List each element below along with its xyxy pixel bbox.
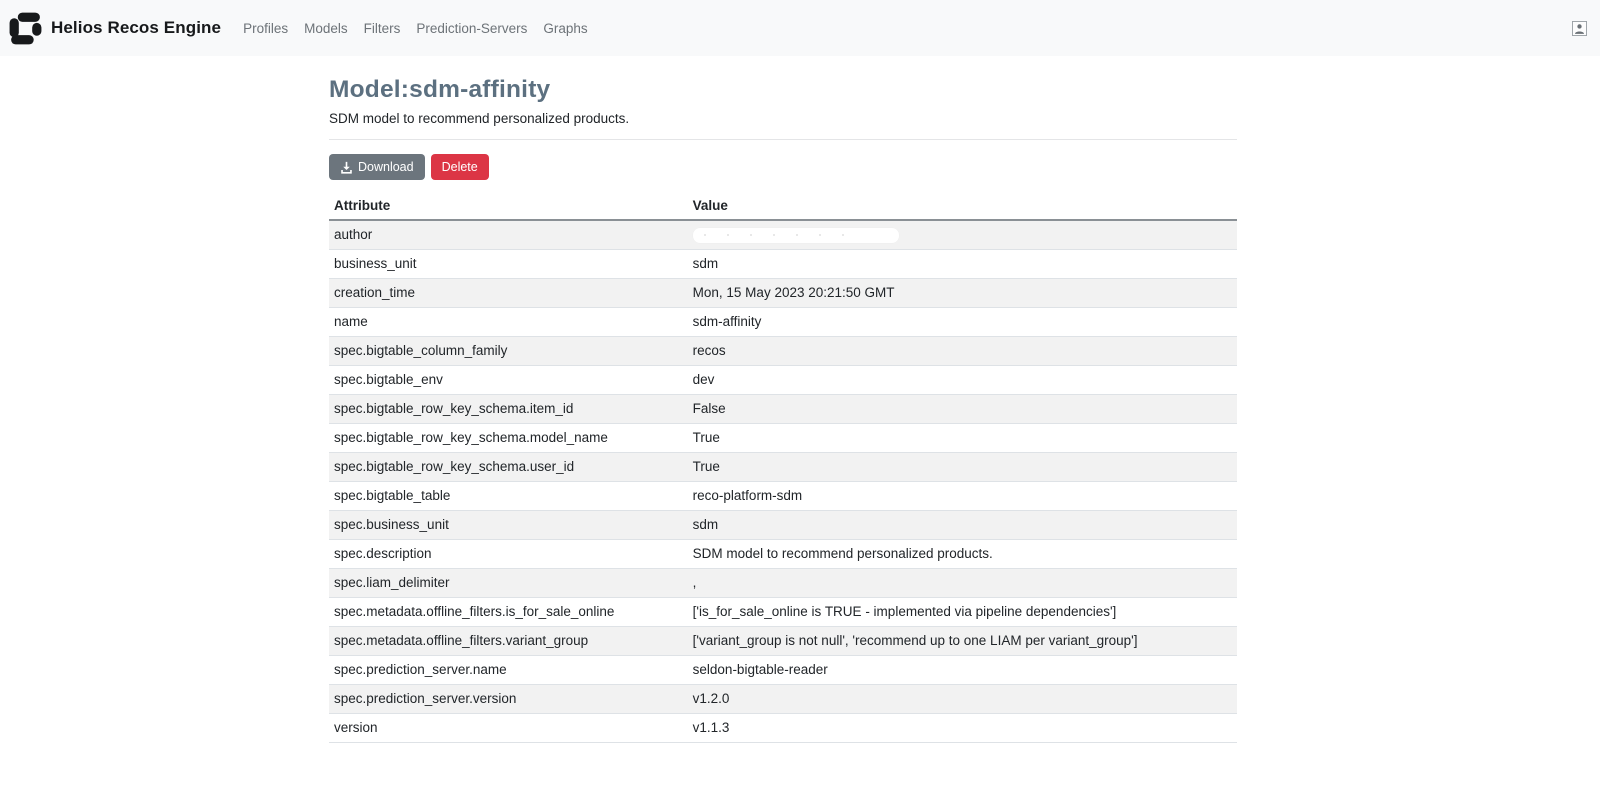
- attribute-cell: spec.bigtable_table: [329, 481, 688, 512]
- attribute-cell: spec.description: [329, 539, 688, 570]
- table-row: name sdm-affinity: [329, 307, 1237, 338]
- value-cell: ,: [687, 568, 1237, 599]
- table-row: spec.bigtable_row_key_schema.model_name T…: [329, 423, 1237, 454]
- main-content: Model:sdm-affinity SDM model to recommen…: [329, 76, 1237, 744]
- table-row: spec.bigtable_env dev: [329, 365, 1237, 396]
- attribute-cell: spec.bigtable_column_family: [329, 336, 688, 367]
- value-cell: sdm: [687, 249, 1237, 280]
- helios-logo-icon: [7, 10, 44, 47]
- value-cell: True: [687, 423, 1237, 454]
- delete-button[interactable]: Delete: [430, 154, 489, 181]
- navbar: Helios Recos Engine Profiles Models Filter…: [0, 0, 1600, 56]
- user-avatar-icon[interactable]: [1572, 20, 1587, 36]
- toolbar: Download Delete: [329, 154, 1237, 181]
- attribute-cell: spec.bigtable_row_key_schema.item_id: [329, 394, 688, 425]
- attribute-cell: version: [329, 713, 688, 744]
- attribute-cell: spec.liam_delimiter: [329, 568, 688, 599]
- table-row: spec.prediction_server.name seldon-bigtab…: [329, 655, 1237, 686]
- value-cell: ['is_for_sale_online is TRUE - implement…: [687, 597, 1237, 628]
- table-row: spec.bigtable_table reco-platform-sdm: [329, 481, 1237, 512]
- value-cell: recos: [687, 336, 1237, 367]
- table-row: creation_time Mon, 15 May 2023 20:21:50 G…: [329, 278, 1237, 309]
- attributes-table: Attribute Value author business_unit sdm cr…: [329, 192, 1237, 744]
- attribute-cell: name: [329, 307, 688, 338]
- attribute-cell: creation_time: [329, 278, 688, 309]
- nav-item-profiles[interactable]: Profiles: [235, 13, 296, 44]
- attribute-cell: business_unit: [329, 249, 688, 280]
- page-subtitle: SDM model to recommend personalized prod…: [329, 111, 630, 126]
- brand-group[interactable]: Helios Recos Engine: [7, 10, 235, 47]
- table-row: version v1.1.3: [329, 713, 1237, 744]
- download-button[interactable]: Download: [329, 154, 425, 181]
- column-header-attribute: Attribute: [329, 192, 688, 222]
- table-row: spec.bigtable_column_family recos: [329, 336, 1237, 367]
- value-cell: SDM model to recommend personalized prod…: [687, 539, 1237, 570]
- nav-item-prediction-servers[interactable]: Prediction-Servers: [408, 13, 535, 44]
- table-row: spec.prediction_server.version v1.2.0: [329, 684, 1237, 715]
- nav-links: Profiles Models Filters Prediction-Servers G…: [235, 13, 596, 44]
- table-row: business_unit sdm: [329, 249, 1237, 280]
- table-row: spec.metadata.offline_filters.variant_gr…: [329, 626, 1237, 657]
- value-cell: sdm-affinity: [687, 307, 1237, 338]
- attribute-cell: spec.bigtable_row_key_schema.model_name: [329, 423, 688, 454]
- value-cell: dev: [687, 365, 1237, 396]
- table-row: spec.bigtable_row_key_schema.user_id True: [329, 452, 1237, 483]
- value-cell: reco-platform-sdm: [687, 481, 1237, 512]
- value-cell: seldon-bigtable-reader: [687, 655, 1237, 686]
- table-header-row: Attribute Value: [329, 192, 1237, 222]
- table-row: spec.bigtable_row_key_schema.item_id Fals…: [329, 394, 1237, 425]
- divider: [329, 139, 1237, 140]
- value-cell: [687, 220, 1237, 251]
- value-cell: False: [687, 394, 1237, 425]
- value-cell: ['variant_group is not null', 'recommend…: [687, 626, 1237, 657]
- table-row: spec.liam_delimiter,: [329, 568, 1237, 599]
- table-row: spec.business_unit sdm: [329, 510, 1237, 541]
- attribute-cell: spec.metadata.offline_filters.is_for_sal…: [329, 597, 688, 628]
- brand-title[interactable]: Helios Recos Engine: [51, 18, 221, 38]
- attribute-cell: spec.bigtable_row_key_schema.user_id: [329, 452, 688, 483]
- column-header-value: Value: [687, 192, 1237, 222]
- attribute-cell: author: [329, 220, 688, 251]
- attribute-cell: spec.bigtable_env: [329, 365, 688, 396]
- table-row: author: [329, 220, 1237, 251]
- page-title: Model:sdm-affinity: [329, 76, 551, 103]
- attribute-cell: spec.prediction_server.name: [329, 655, 688, 686]
- redacted-value: [692, 228, 899, 244]
- value-cell: v1.1.3: [687, 713, 1237, 744]
- value-cell: sdm: [687, 510, 1237, 541]
- nav-item-filters[interactable]: Filters: [356, 13, 409, 44]
- table-row: spec.metadata.offline_filters.is_for_sal…: [329, 597, 1237, 628]
- value-cell: Mon, 15 May 2023 20:21:50 GMT: [687, 278, 1237, 309]
- download-icon: [340, 161, 353, 174]
- attribute-cell: spec.prediction_server.version: [329, 684, 688, 715]
- nav-item-graphs[interactable]: Graphs: [535, 13, 595, 44]
- nav-right: [1572, 20, 1592, 36]
- table-row: spec.description SDM model to recommend p…: [329, 539, 1237, 570]
- value-cell: v1.2.0: [687, 684, 1237, 715]
- attribute-cell: spec.metadata.offline_filters.variant_gr…: [329, 626, 688, 657]
- nav-item-models[interactable]: Models: [296, 13, 356, 44]
- value-cell: True: [687, 452, 1237, 483]
- download-button-label: Download: [358, 160, 414, 174]
- attribute-cell: spec.business_unit: [329, 510, 688, 541]
